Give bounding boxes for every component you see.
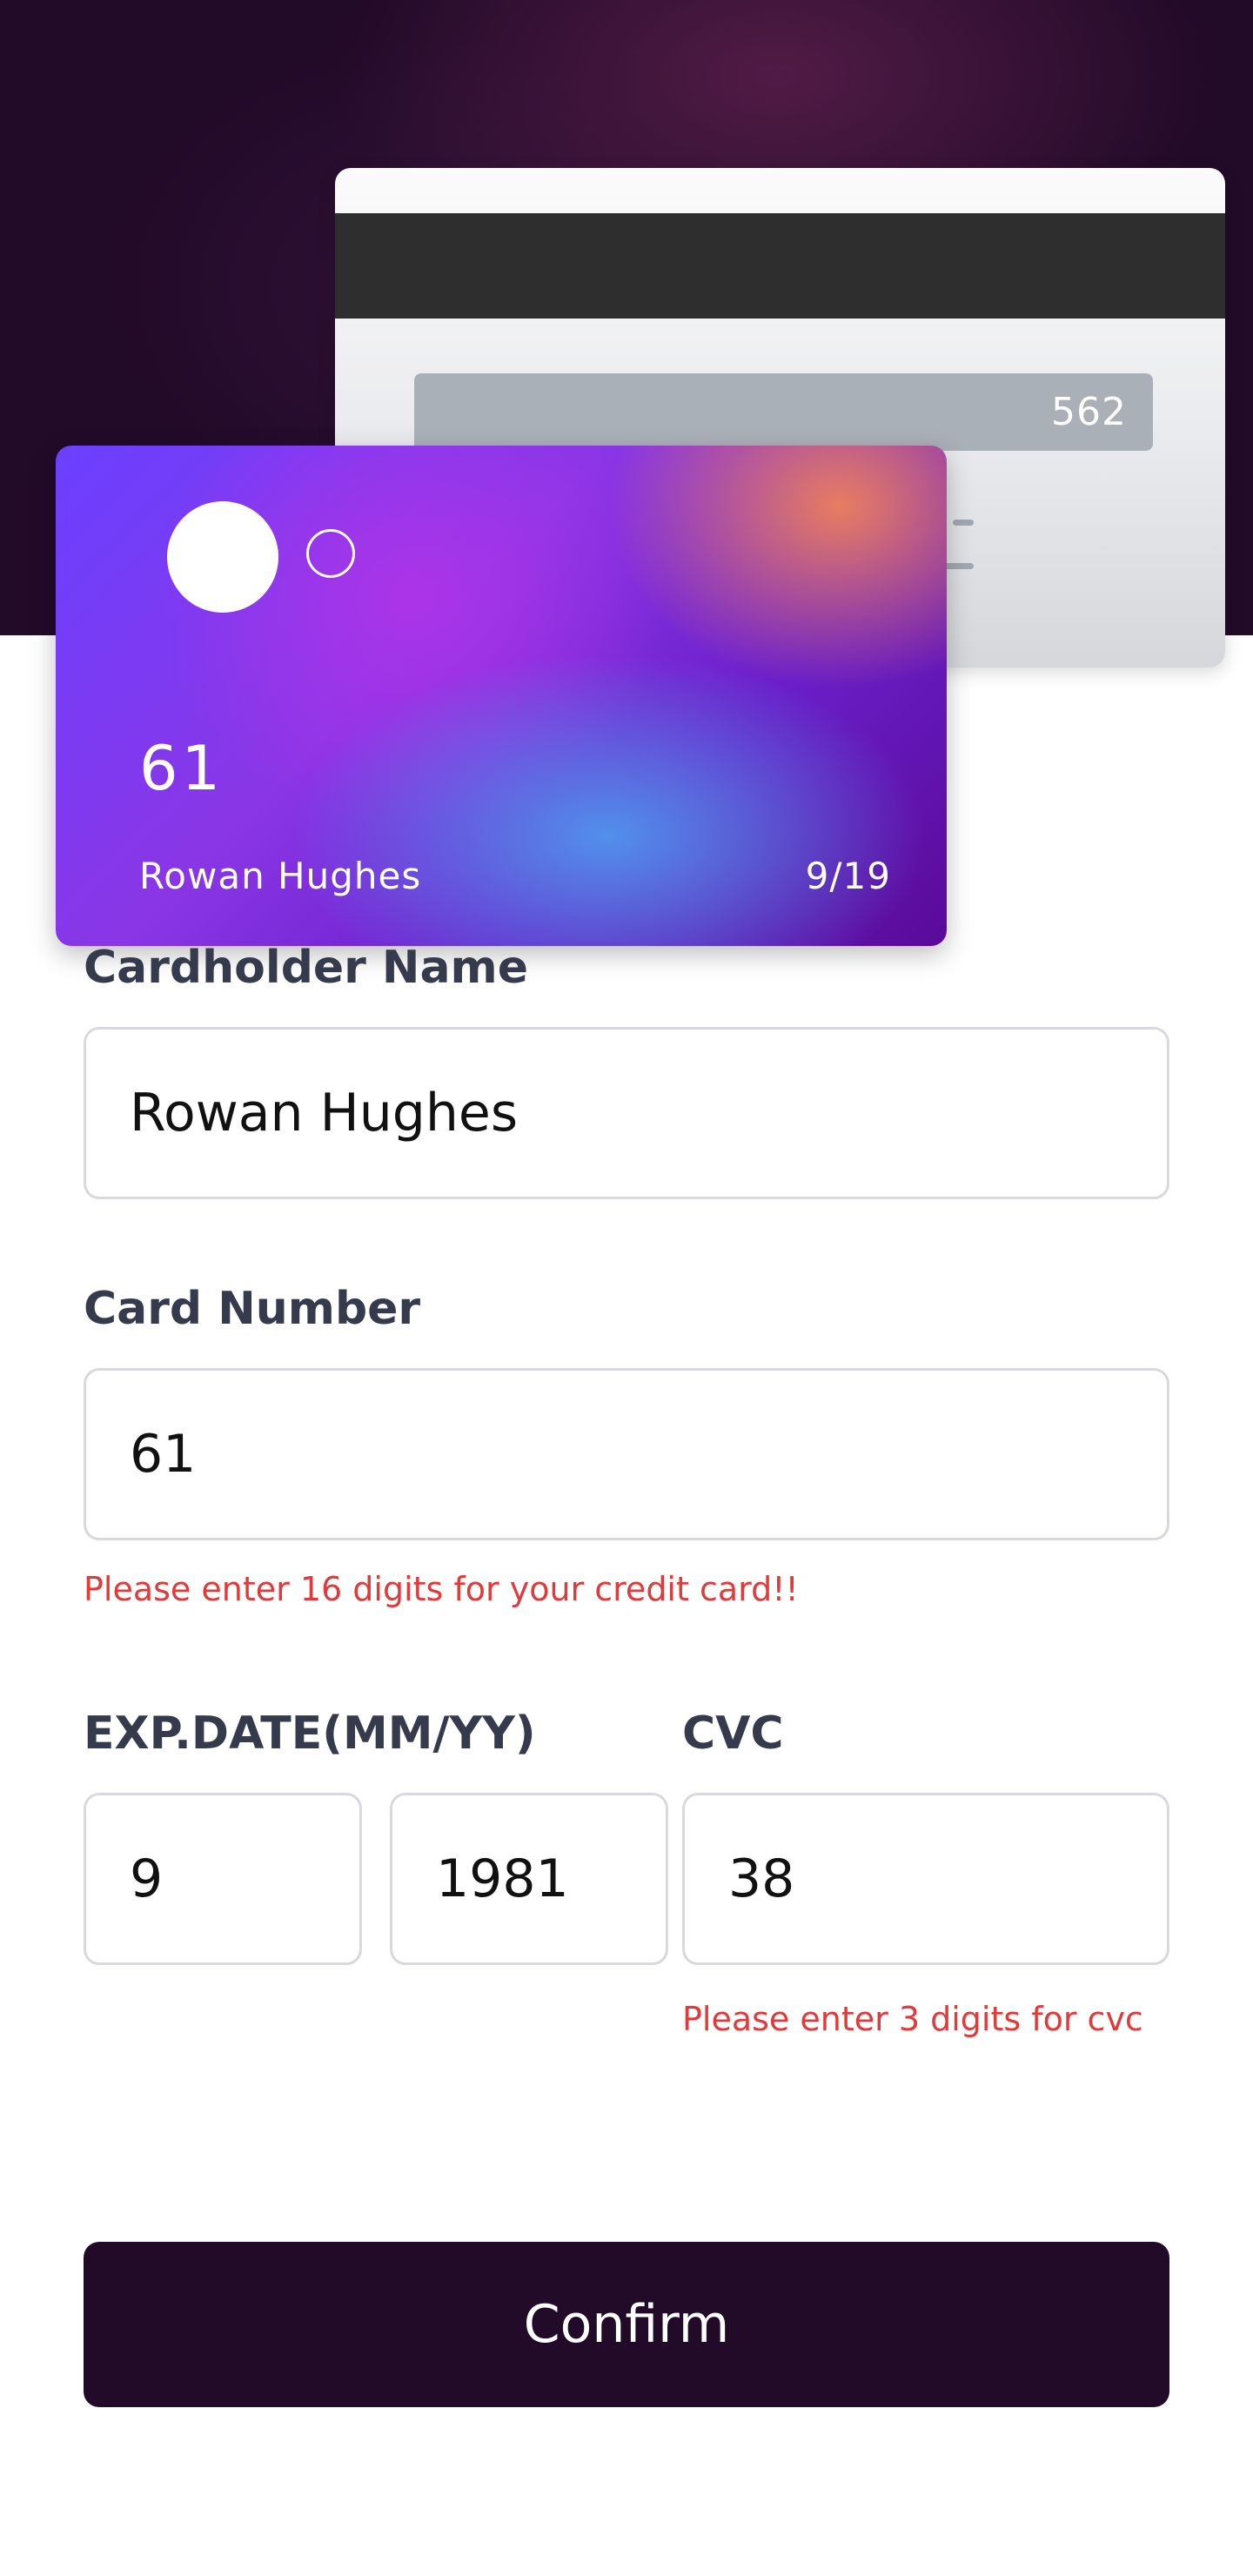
cardholder-name-input[interactable] (84, 1027, 1169, 1199)
card-back-dash (953, 520, 974, 526)
cardholder-name-label: Cardholder Name (84, 942, 528, 994)
signature-strip: 562 (414, 373, 1153, 451)
card-front-holder-name: Rowan Hughes (139, 855, 422, 897)
card-front-number: 61 (139, 733, 224, 804)
card-back-cvc: 562 (1051, 390, 1127, 434)
card-logo-circle-icon (167, 501, 278, 613)
exp-month-input[interactable] (84, 1793, 362, 1965)
cvc-error: Please enter 3 digits for cvc (682, 2000, 1143, 2038)
card-number-error: Please enter 16 digits for your credit c… (84, 1570, 799, 1608)
exp-year-input[interactable] (390, 1793, 668, 1965)
cvc-label: CVC (682, 1707, 784, 1760)
magnetic-stripe (335, 213, 1225, 319)
card-number-label: Card Number (84, 1283, 421, 1335)
card-logo-ring-icon (306, 529, 355, 578)
card-front-expiry: 9/19 (805, 855, 891, 897)
card-front: 61 Rowan Hughes 9/19 (56, 446, 947, 946)
cvc-input[interactable] (682, 1793, 1169, 1965)
card-number-input[interactable] (84, 1368, 1169, 1540)
exp-date-label: EXP.DATE(MM/YY) (84, 1707, 536, 1760)
confirm-button[interactable]: Confirm (84, 2242, 1169, 2407)
